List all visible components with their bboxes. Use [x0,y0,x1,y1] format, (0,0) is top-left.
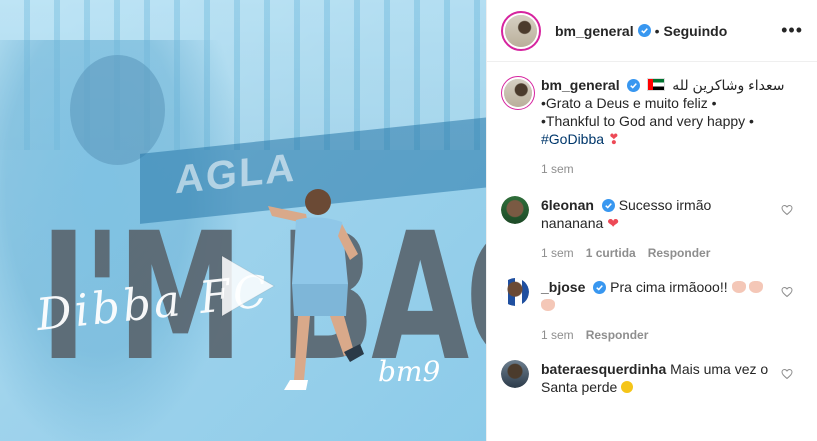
post-video[interactable]: AGLA I'M BACK Dibba FC bm9 [0,0,486,441]
signature-mark: bm9 [378,355,441,388]
author-username[interactable]: bm_general [555,23,634,39]
uae-flag-icon [647,78,666,91]
reply-button[interactable]: Responder [586,326,649,344]
verified-badge-icon [601,199,615,212]
author-avatar[interactable] [501,10,541,51]
commenter-avatar[interactable] [501,278,529,306]
separator-dot: • [654,22,660,39]
caption-author-avatar[interactable] [501,76,535,110]
comment-item: bateraesquerdinha Mais uma vez o Santa p… [501,360,803,396]
more-options-icon[interactable]: ••• [781,20,803,41]
clapping-hands-emoji [541,299,555,311]
comment-likes-count[interactable]: 1 curtida [586,244,636,262]
red-heart-emoji: ❤ [607,215,619,231]
comment-time[interactable]: 1 sem [541,244,574,262]
play-icon [221,255,276,317]
following-button[interactable]: Seguindo [664,23,728,39]
caption-arabic-text: سعداء وشاكرين لله [672,77,785,93]
verified-badge-icon [627,79,641,92]
commenter-username[interactable]: 6leonan [541,197,594,213]
verified-badge-icon [593,281,607,294]
comment-item: 6leonan Sucesso irmão nananana ❤ 1 sem 1… [501,196,803,262]
sad-face-emoji [621,381,634,393]
comment-item: _bjose Pra cima irmãooo!! 1 sem Responde… [501,278,803,344]
caption-time[interactable]: 1 sem [541,160,574,178]
verified-badge-icon [637,24,651,37]
reply-button[interactable]: Responder [648,244,711,262]
post-side-panel: bm_general • Seguindo ••• bm_general سعد… [486,0,817,441]
caption-username[interactable]: bm_general [541,77,620,93]
comment-time[interactable]: 1 sem [541,326,574,344]
like-heart-icon[interactable] [781,368,793,380]
commenter-username[interactable]: _bjose [541,279,585,295]
play-button[interactable] [208,250,280,322]
commenter-username[interactable]: bateraesquerdinha [541,361,666,377]
post-caption: bm_general سعداء وشاكرين لله •Grato a De… [501,76,803,178]
comment-text: Pra cima irmãooo!! [610,279,728,295]
instagram-post: AGLA I'M BACK Dibba FC bm9 bm_general [0,0,817,441]
clapping-hands-emoji [731,281,746,293]
like-heart-icon[interactable] [781,286,793,298]
heart-exclamation-icon: ❣ [607,131,620,147]
like-heart-icon[interactable] [781,204,793,216]
caption-line-portuguese: •Grato a Deus e muito feliz • [541,95,717,111]
commenter-avatar[interactable] [501,196,529,224]
hashtag-link[interactable]: #GoDibba [541,131,604,147]
comments-list: bm_general سعداء وشاكرين لله •Grato a De… [487,62,817,396]
clapping-hands-emoji [749,281,764,293]
background-player-head-graphic [70,55,165,165]
caption-line-english: •Thankful to God and very happy • [541,113,754,129]
commenter-avatar[interactable] [501,360,529,388]
post-header: bm_general • Seguindo ••• [487,0,817,62]
